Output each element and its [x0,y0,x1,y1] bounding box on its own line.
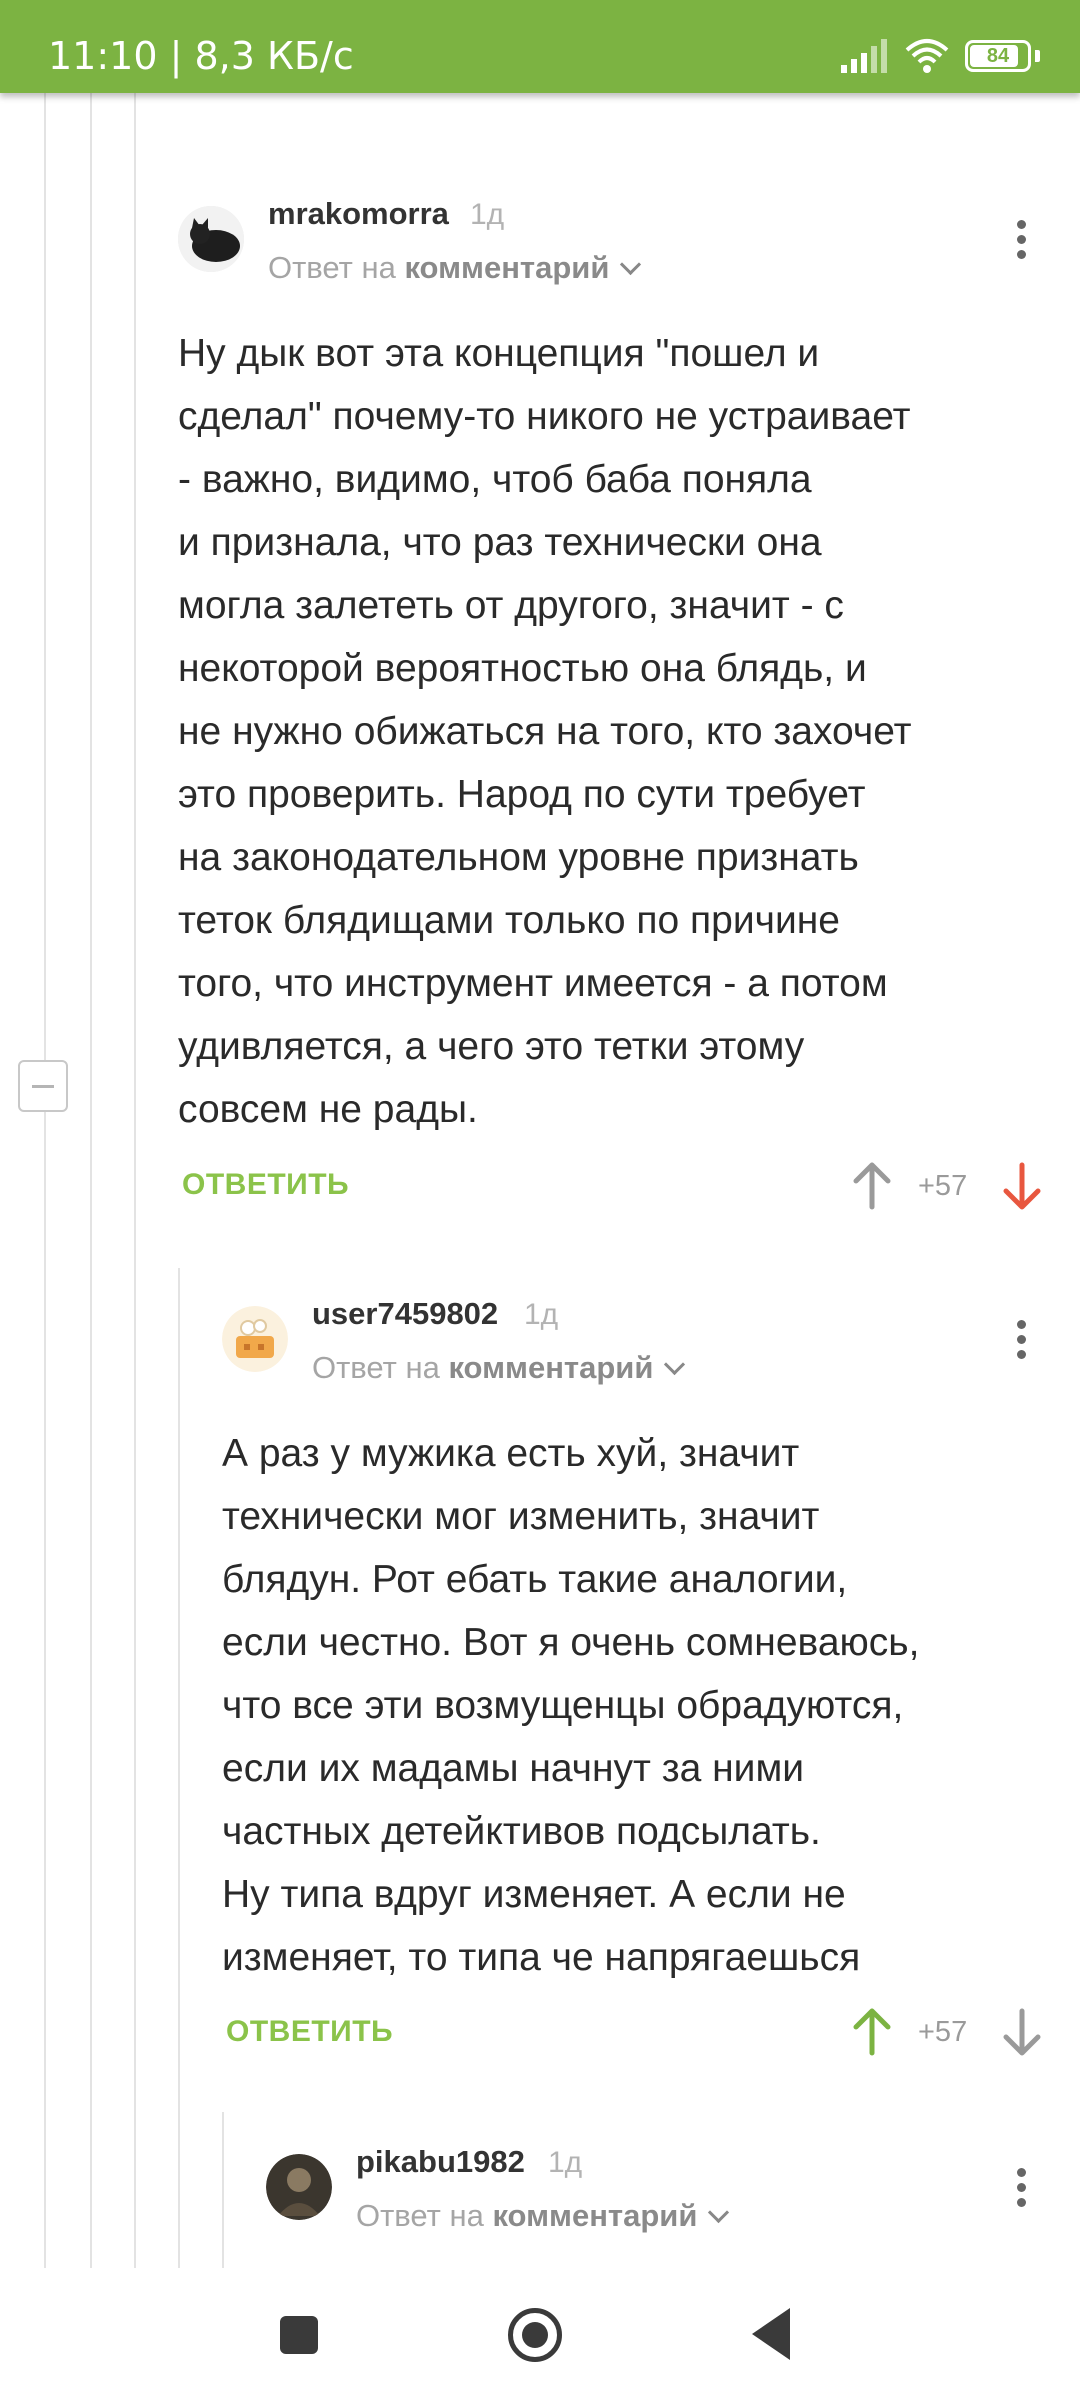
avatar[interactable] [266,2154,332,2220]
reply-to-link[interactable]: Ответ на комментарий [312,1350,686,1386]
reply-button[interactable]: ОТВЕТИТЬ [226,2015,393,2049]
status-icons: 84 [841,36,1040,76]
avatar[interactable] [178,206,244,272]
username[interactable]: user7459802 [312,1296,498,1332]
home-icon[interactable] [508,2308,562,2362]
battery-icon: 84 [965,40,1031,72]
status-bar: 11:10 | 8,3 КБ/с 84 [0,0,1080,93]
status-time: 11:10 | 8,3 КБ/с [48,34,354,78]
signal-icon [841,39,887,73]
comment-time: 1д [470,198,505,231]
thread-line [222,2112,224,2268]
upvote-icon[interactable] [850,2007,894,2057]
recent-apps-icon[interactable] [280,2316,318,2354]
username[interactable]: pikabu1982 [356,2144,525,2180]
thread-line [134,93,136,2268]
reply-to-link[interactable]: Ответ на комментарий [356,2198,730,2234]
battery-level: 84 [986,44,1010,67]
navigation-bar [0,2268,1080,2400]
comment-text: Ну дык вот эта концепция "пошел и сделал… [178,332,912,1131]
reply-to-prefix: Ответ на [268,250,396,285]
chevron-down-icon [620,253,642,276]
more-options-icon[interactable] [1015,1314,1027,1365]
more-options-icon[interactable] [1015,214,1027,265]
username[interactable]: mrakomorra [268,196,449,232]
reply-to-prefix: Ответ на [356,2198,484,2233]
chevron-down-icon [664,1353,686,1376]
reply-to-target: комментарий [492,2198,698,2233]
more-options-icon[interactable] [1015,2162,1027,2213]
rating-value: +57 [918,1170,968,1202]
downvote-icon[interactable] [1000,2007,1044,2057]
comment-time: 1д [524,1298,559,1331]
reply-to-prefix: Ответ на [312,1350,440,1385]
thread-line [90,93,92,2268]
avatar[interactable] [222,1306,288,1372]
comment-text: А раз у мужика есть хуй, значит техничес… [222,1432,920,1979]
thread-line [178,1268,180,2268]
downvote-icon[interactable] [1000,1161,1044,1211]
back-icon[interactable] [752,2308,790,2360]
reply-to-target: комментарий [448,1350,654,1385]
wifi-icon [905,39,949,73]
battery-tip [1035,50,1040,62]
upvote-icon[interactable] [850,1161,894,1211]
rating-value: +57 [918,2016,968,2048]
comment-time: 1д [548,2146,583,2179]
reply-to-link[interactable]: Ответ на комментарий [268,250,642,286]
reply-button[interactable]: ОТВЕТИТЬ [182,1168,349,1202]
collapse-thread-button[interactable] [18,1060,68,1112]
thread-line [44,93,46,2268]
chevron-down-icon [708,2201,730,2224]
reply-to-target: комментарий [404,250,610,285]
